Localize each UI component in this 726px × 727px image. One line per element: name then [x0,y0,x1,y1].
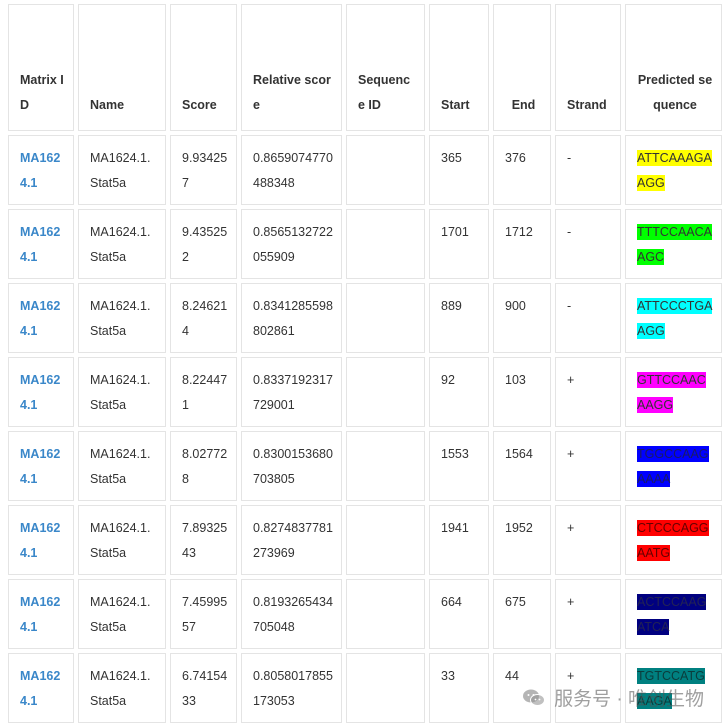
cell-score: 9.435252 [170,209,237,279]
cell-relative-score: 0.8337192317729001 [241,357,342,427]
cell-name: MA1624.1.Stat5a [78,283,166,353]
cell-predicted-sequence: ATTCCCTGAAGG [625,283,722,353]
sequence-highlight: TTTCCAACAAGC [637,224,712,265]
cell-start: 1553 [429,431,489,501]
cell-start: 1701 [429,209,489,279]
watermark-text: 服务号 · 唯创生物 [554,689,704,710]
cell-name: MA1624.1.Stat5a [78,357,166,427]
cell-matrix-id[interactable]: MA1624.1 [8,505,74,575]
header-sequence-id[interactable]: Sequence ID [346,4,425,131]
cell-score: 8.027728 [170,431,237,501]
cell-predicted-sequence: GTTCCAACAAGG [625,357,722,427]
cell-name: MA1624.1.Stat5a [78,431,166,501]
cell-name: MA1624.1.Stat5a [78,653,166,723]
header-strand[interactable]: Strand [555,4,621,131]
cell-sequence-id [346,431,425,501]
cell-matrix-id[interactable]: MA1624.1 [8,283,74,353]
cell-name: MA1624.1.Stat5a [78,579,166,649]
cell-sequence-id [346,283,425,353]
cell-strand: + [555,431,621,501]
cell-matrix-id[interactable]: MA1624.1 [8,209,74,279]
cell-strand: + [555,579,621,649]
cell-relative-score: 0.8565132722055909 [241,209,342,279]
table-row: MA1624.1 MA1624.1.Stat5a 8.027728 0.8300153… [8,431,722,501]
cell-score: 8.246214 [170,283,237,353]
cell-sequence-id [346,357,425,427]
cell-predicted-sequence: CTCCCAGGAATG [625,505,722,575]
cell-sequence-id [346,579,425,649]
sequence-highlight: ATTCCCTGAAGG [637,298,713,339]
cell-predicted-sequence: TTTCCAACAAGC [625,209,722,279]
table-row: MA1624.1 MA1624.1.Stat5a 7.4599557 0.819326… [8,579,722,649]
sequence-highlight: ATTCAAAGAAGG [637,150,712,191]
cut-off-caption [0,716,726,727]
cell-strand: - [555,209,621,279]
header-name[interactable]: Name [78,4,166,131]
sequence-highlight: GTTCCAACAAGG [637,372,706,413]
cell-end: 1564 [493,431,551,501]
cell-relative-score: 0.8058017855173053 [241,653,342,723]
table-row: MA1624.1 MA1624.1.Stat5a 8.224471 0.8337192… [8,357,722,427]
header-predicted-sequence[interactable]: Predicted sequence [625,4,722,131]
cell-matrix-id[interactable]: MA1624.1 [8,357,74,427]
cell-name: MA1624.1.Stat5a [78,505,166,575]
cell-strand: - [555,135,621,205]
cell-end: 1712 [493,209,551,279]
sequence-highlight: ACTCCAAGATCA [637,594,707,635]
cell-relative-score: 0.8300153680703805 [241,431,342,501]
cell-matrix-id[interactable]: MA1624.1 [8,653,74,723]
cell-strand: + [555,357,621,427]
cell-end: 1952 [493,505,551,575]
cell-relative-score: 0.8193265434705048 [241,579,342,649]
header-matrix-id[interactable]: Matrix ID [8,4,74,131]
table-row: MA1624.1 MA1624.1.Stat5a 7.8932543 0.827483… [8,505,722,575]
header-start[interactable]: Start [429,4,489,131]
header-end[interactable]: End [493,4,551,131]
cell-start: 889 [429,283,489,353]
cell-name: MA1624.1.Stat5a [78,135,166,205]
cell-strand: + [555,505,621,575]
table-row: MA1624.1 MA1624.1.Stat5a 8.246214 0.8341285… [8,283,722,353]
cell-score: 8.224471 [170,357,237,427]
cell-score: 6.7415433 [170,653,237,723]
cell-end: 675 [493,579,551,649]
sequence-highlight: CTCCCAGGAATG [637,520,709,561]
cell-relative-score: 0.8274837781273969 [241,505,342,575]
results-table: Matrix ID Name Score Relative score Sequ… [4,0,726,727]
cell-matrix-id[interactable]: MA1624.1 [8,579,74,649]
cell-relative-score: 0.8341285598802861 [241,283,342,353]
table-row: MA1624.1 MA1624.1.Stat5a 9.435252 0.8565132… [8,209,722,279]
cell-name: MA1624.1.Stat5a [78,209,166,279]
cell-start: 33 [429,653,489,723]
cell-end: 900 [493,283,551,353]
cell-start: 1941 [429,505,489,575]
cell-matrix-id[interactable]: MA1624.1 [8,431,74,501]
cell-start: 92 [429,357,489,427]
cell-end: 376 [493,135,551,205]
cell-sequence-id [346,653,425,723]
header-score[interactable]: Score [170,4,237,131]
table-row: MA1624.1 MA1624.1.Stat5a 9.934257 0.8659074… [8,135,722,205]
cell-score: 9.934257 [170,135,237,205]
cell-predicted-sequence: TGGCCAAGAAAA [625,431,722,501]
cell-predicted-sequence: ACTCCAAGATCA [625,579,722,649]
cell-score: 7.8932543 [170,505,237,575]
cell-relative-score: 0.8659074770488348 [241,135,342,205]
table-header-row: Matrix ID Name Score Relative score Sequ… [8,4,722,131]
cell-score: 7.4599557 [170,579,237,649]
header-relative-score[interactable]: Relative score [241,4,342,131]
cell-predicted-sequence: ATTCAAAGAAGG [625,135,722,205]
cell-strand: - [555,283,621,353]
watermark: 服务号 · 唯创生物 [522,684,704,711]
cell-sequence-id [346,505,425,575]
cell-sequence-id [346,135,425,205]
wechat-icon [523,689,546,706]
sequence-highlight: TGGCCAAGAAAA [637,446,709,487]
cell-end: 103 [493,357,551,427]
table-body: MA1624.1 MA1624.1.Stat5a 9.934257 0.8659074… [8,135,722,723]
cell-start: 365 [429,135,489,205]
cell-matrix-id[interactable]: MA1624.1 [8,135,74,205]
cell-start: 664 [429,579,489,649]
cell-sequence-id [346,209,425,279]
